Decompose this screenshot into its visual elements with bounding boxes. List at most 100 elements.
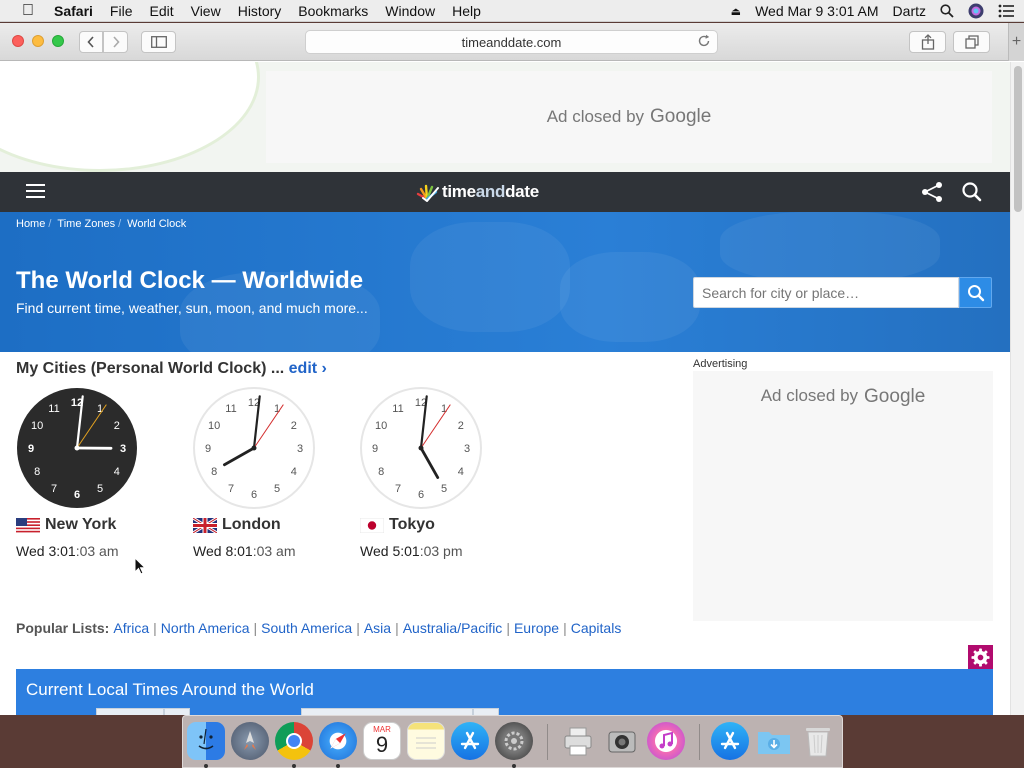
page-scrollbar[interactable] bbox=[1010, 62, 1024, 715]
image-capture-icon[interactable] bbox=[603, 722, 641, 760]
notification-center-icon[interactable] bbox=[998, 4, 1014, 18]
popular-link-australia-pacific[interactable]: Australia/Pacific bbox=[403, 620, 503, 636]
safari-window: timeanddate.com + Ad closed by Google ti… bbox=[0, 23, 1024, 715]
menu-bar:  Safari File Edit View History Bookmark… bbox=[0, 0, 1024, 22]
web-page: Ad closed by Google timeanddate Home / T… bbox=[0, 62, 1010, 715]
japan-flag-icon bbox=[360, 517, 384, 533]
clock-numeral: 11 bbox=[392, 403, 403, 415]
share-icon[interactable] bbox=[920, 181, 944, 203]
clock-numeral: 10 bbox=[375, 420, 387, 432]
menu-history[interactable]: History bbox=[238, 3, 282, 19]
menubar-clock[interactable]: Wed Mar 9 3:01 AM bbox=[755, 3, 878, 19]
share-button[interactable] bbox=[909, 31, 946, 53]
clock-numeral: 7 bbox=[228, 483, 234, 495]
spotlight-icon[interactable] bbox=[940, 4, 954, 18]
app-store-icon[interactable] bbox=[451, 722, 489, 760]
city-search-button[interactable] bbox=[959, 277, 992, 308]
sidebar-button[interactable] bbox=[141, 31, 176, 53]
popular-link-north-america[interactable]: North America bbox=[161, 620, 250, 636]
scrollbar-thumb[interactable] bbox=[1014, 66, 1022, 212]
calendar-icon[interactable]: MAR 9 bbox=[363, 722, 401, 760]
reload-icon[interactable] bbox=[697, 34, 711, 48]
menubar-user[interactable]: Dartz bbox=[893, 3, 926, 19]
system-preferences-icon[interactable] bbox=[495, 722, 533, 760]
launchpad-icon[interactable] bbox=[231, 722, 269, 760]
clock-numeral: 4 bbox=[291, 466, 297, 478]
breadcrumb-home[interactable]: Home bbox=[16, 218, 45, 230]
clock-numeral: 2 bbox=[114, 420, 120, 432]
clock-numeral: 8 bbox=[34, 466, 40, 478]
popular-lists: Popular Lists: Africa | North America | So… bbox=[16, 620, 622, 636]
popular-link-africa[interactable]: Africa bbox=[113, 620, 149, 636]
new-tab-button[interactable]: + bbox=[1008, 23, 1024, 61]
popular-link-capitals[interactable]: Capitals bbox=[571, 620, 622, 636]
search-icon[interactable] bbox=[960, 181, 984, 203]
advertising-label: Advertising bbox=[693, 358, 748, 370]
menu-bookmarks[interactable]: Bookmarks bbox=[298, 3, 368, 19]
menu-app-name[interactable]: Safari bbox=[54, 3, 93, 19]
google-logo: Google bbox=[650, 106, 712, 127]
close-window-button[interactable] bbox=[12, 35, 24, 47]
clock-numeral: 7 bbox=[395, 483, 401, 495]
logo-text: timeanddate bbox=[442, 182, 539, 201]
clock-center-pin bbox=[74, 445, 80, 451]
zoom-window-button[interactable] bbox=[52, 35, 64, 47]
city-clock-tokyo[interactable]: 1 2 3 4 5 6 7 8 9 10 11 12 Tokyo Wed 5:01:03 pm bbox=[360, 387, 520, 559]
site-logo[interactable]: timeanddate bbox=[414, 181, 539, 203]
printer-utility-icon[interactable] bbox=[559, 722, 597, 760]
breadcrumb-time-zones[interactable]: Time Zones bbox=[57, 218, 115, 230]
siri-icon[interactable] bbox=[968, 3, 984, 19]
menu-view[interactable]: View bbox=[191, 3, 221, 19]
popular-lists-label: Popular Lists: bbox=[16, 620, 110, 636]
menu-edit[interactable]: Edit bbox=[149, 3, 173, 19]
clock-numeral: 3 bbox=[297, 443, 303, 455]
city-clock-london[interactable]: 1 2 3 4 5 6 7 8 9 10 11 12 London Wed 8:01:03 am bbox=[193, 387, 353, 559]
hamburger-menu-icon[interactable] bbox=[26, 184, 46, 200]
address-bar[interactable]: timeanddate.com bbox=[305, 30, 718, 54]
apple-icon[interactable]:  bbox=[18, 2, 38, 20]
dock: MAR 9 bbox=[182, 715, 843, 768]
clock-numeral: 4 bbox=[458, 466, 464, 478]
trash-icon[interactable] bbox=[799, 722, 837, 760]
popular-link-europe[interactable]: Europe bbox=[514, 620, 559, 636]
uk-flag-icon bbox=[193, 517, 217, 533]
site-nav-bar: timeanddate bbox=[0, 172, 1010, 212]
itunes-icon[interactable] bbox=[647, 722, 685, 760]
city-search-input[interactable] bbox=[693, 277, 959, 308]
popular-link-south-america[interactable]: South America bbox=[261, 620, 352, 636]
app-store-folder-icon[interactable] bbox=[711, 722, 749, 760]
minimize-window-button[interactable] bbox=[32, 35, 44, 47]
share-toolbar-icon bbox=[921, 34, 934, 50]
filter-select-arrow[interactable] bbox=[473, 708, 499, 715]
top-ad-banner: Ad closed by Google bbox=[0, 62, 1010, 172]
city-time: Wed 3:01:03 am bbox=[16, 543, 119, 559]
clock-numeral: 7 bbox=[51, 483, 57, 495]
hero-banner: Home / Time Zones / World Clock The World … bbox=[0, 212, 1010, 352]
city-name[interactable]: London bbox=[222, 516, 281, 534]
back-button[interactable] bbox=[79, 31, 103, 53]
safari-icon[interactable] bbox=[319, 722, 357, 760]
settings-button[interactable] bbox=[968, 645, 993, 670]
menu-window[interactable]: Window bbox=[385, 3, 435, 19]
breadcrumb-world-clock[interactable]: World Clock bbox=[127, 218, 186, 230]
menu-help[interactable]: Help bbox=[452, 3, 481, 19]
notes-icon[interactable] bbox=[407, 722, 445, 760]
search-icon bbox=[967, 284, 984, 301]
finder-icon[interactable] bbox=[187, 722, 225, 760]
eject-icon[interactable]: ⏏ bbox=[731, 5, 741, 18]
downloads-folder-icon[interactable] bbox=[755, 722, 793, 760]
city-name[interactable]: Tokyo bbox=[389, 516, 435, 534]
forward-button[interactable] bbox=[103, 31, 128, 53]
browser-toolbar: timeanddate.com + bbox=[0, 23, 1024, 61]
chrome-icon[interactable] bbox=[275, 722, 313, 760]
popular-link-asia[interactable]: Asia bbox=[364, 620, 391, 636]
city-name[interactable]: New York bbox=[45, 516, 116, 534]
sort-select[interactable] bbox=[96, 708, 164, 715]
dock-separator bbox=[699, 724, 700, 760]
city-clock-new-york[interactable]: 1 2 3 4 5 6 7 8 9 10 11 12 New York Wed 3:01:03 am bbox=[16, 387, 176, 559]
menu-file[interactable]: File bbox=[110, 3, 133, 19]
filter-select[interactable] bbox=[301, 708, 473, 715]
edit-cities-link[interactable]: edit › bbox=[289, 360, 327, 377]
show-tabs-button[interactable] bbox=[953, 31, 990, 53]
sort-select-arrow[interactable] bbox=[164, 708, 190, 715]
